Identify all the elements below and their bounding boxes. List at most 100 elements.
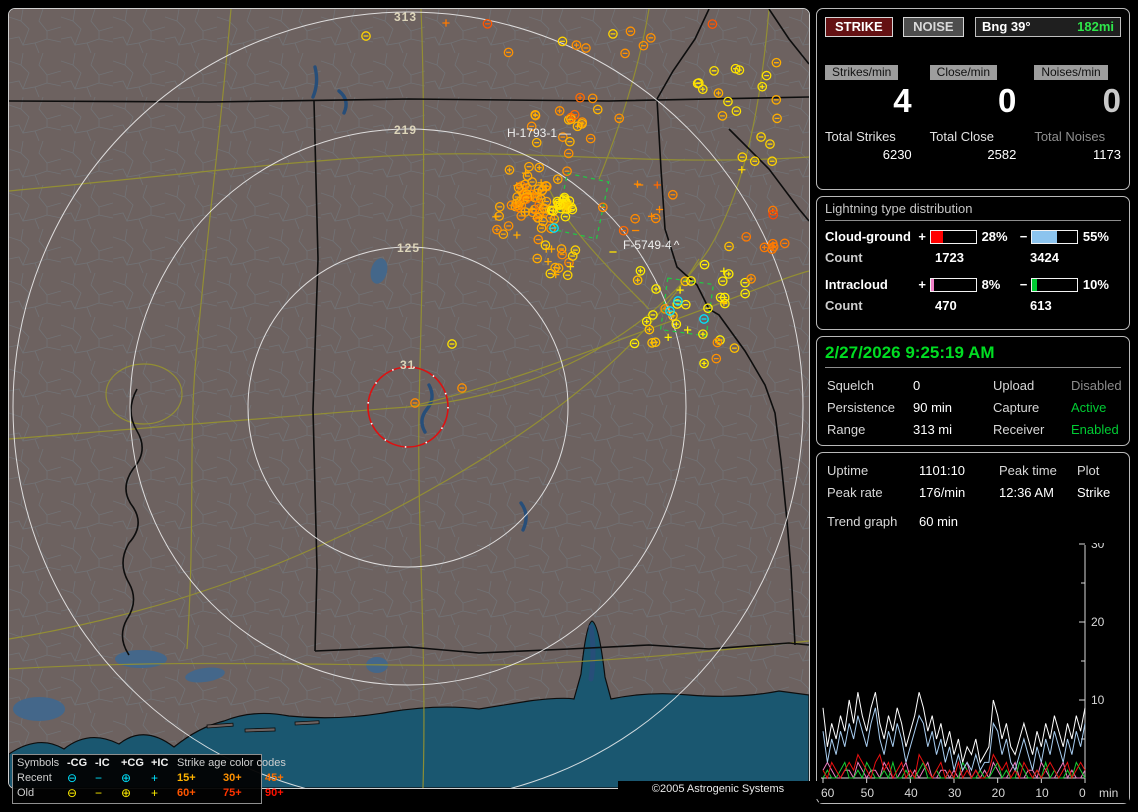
total-close-value: 2582: [987, 147, 1017, 162]
persistence-label: Persistence: [827, 400, 895, 415]
cg-minus-count: 3424: [1030, 250, 1059, 265]
squelch-label: Squelch: [827, 378, 874, 393]
capture-label: Capture: [993, 400, 1040, 415]
storm-cell-label[interactable]: F-5749-4 ^: [623, 238, 679, 252]
legend-age-header: Strike age color codes: [177, 757, 286, 769]
close-per-min-badge: Close/min: [929, 65, 998, 80]
ring-label-31: 31: [400, 358, 416, 372]
cg-pos-old-icon: ⊕: [121, 786, 132, 800]
distribution-panel: Lightning type distribution Cloud-ground…: [816, 196, 1130, 330]
copyright-text: ©2005 Astrogenic Systems: [618, 781, 818, 799]
svg-text:60: 60: [821, 786, 835, 800]
ring-label-219: 219: [394, 123, 418, 137]
peak-time-label: Peak time: [999, 463, 1057, 478]
age-15: 15+: [177, 772, 196, 784]
cloud-ground-row: Cloud-ground + 28% − 55%: [825, 229, 1121, 244]
intracloud-row: Intracloud + 8% − 10%: [825, 277, 1121, 292]
ring-label-125: 125: [397, 241, 421, 255]
legend-symbols-header: Symbols: [17, 757, 60, 769]
strikes-counter: Strikes/min 4 Total Strikes 6230: [825, 63, 912, 162]
svg-text:0: 0: [1079, 786, 1086, 800]
cg-minus-percent: 55%: [1082, 229, 1109, 244]
cloud-ground-counts: Count 1723 3424: [825, 250, 1121, 265]
range-label: Range: [827, 422, 866, 437]
ic-neg-old-icon: −: [95, 786, 103, 800]
plus-sign: +: [918, 229, 926, 244]
squelch-value: 0: [913, 378, 921, 393]
trend-window-value: 60 min: [919, 514, 959, 529]
strike-button[interactable]: STRIKE: [825, 17, 893, 37]
noise-button[interactable]: NOISE: [903, 17, 964, 37]
age-90: 90+: [265, 787, 284, 799]
svg-text:20: 20: [992, 786, 1006, 800]
age-60: 60+: [177, 787, 196, 799]
legend-type-cg-neg: -CG: [67, 757, 88, 769]
noises-counter: Noises/min 0 Total Noises 1173: [1034, 63, 1121, 162]
storm-cell-label[interactable]: H-1793-1—: [507, 126, 571, 140]
cloud-ground-label: Cloud-ground: [825, 229, 911, 244]
svg-text:40: 40: [904, 786, 918, 800]
ic-plus-count: 470: [935, 298, 957, 313]
minus-sign: −: [1019, 229, 1028, 244]
datetime-display: 2/27/2026 9:25:19 AM: [825, 343, 1121, 368]
cg-plus-percent: 28%: [981, 229, 1008, 244]
persistence-value: 90 min: [913, 400, 953, 415]
svg-text:10: 10: [1035, 786, 1049, 800]
total-noises-label: Total Noises: [1034, 129, 1106, 144]
uptime-label: Uptime: [827, 463, 869, 478]
uptime-value: 1101:10: [919, 463, 966, 478]
noises-rate: 0: [1102, 82, 1121, 119]
ic-minus-percent: 10%: [1082, 277, 1109, 292]
total-strikes-label: Total Strikes: [825, 129, 896, 144]
peak-rate-label: Peak rate: [827, 485, 883, 500]
ic-neg-recent-icon: −: [95, 771, 103, 785]
bearing-indicator: Bng 39° 182mi: [975, 17, 1121, 37]
cg-minus-bar: [1031, 229, 1078, 244]
status-panel: 2/27/2026 9:25:19 AM Squelch 0 Upload Di…: [816, 336, 1130, 446]
strikes-per-min-badge: Strikes/min: [825, 65, 899, 80]
legend-recent-label: Recent: [17, 772, 52, 784]
svg-text:10: 10: [1091, 693, 1105, 707]
ic-minus-count: 613: [1030, 298, 1052, 313]
count-label: Count: [825, 250, 863, 265]
upload-status: Disabled: [1071, 378, 1122, 393]
storm-vector-icon: ^: [673, 238, 680, 252]
upload-label: Upload: [993, 378, 1035, 393]
age-45: 45+: [265, 772, 284, 784]
peak-time-value: 12:36 AM: [999, 485, 1054, 500]
noises-per-min-badge: Noises/min: [1034, 65, 1108, 80]
strikes-rate: 4: [893, 82, 912, 119]
receiver-label: Receiver: [993, 422, 1045, 437]
range-value: 313 mi: [913, 422, 953, 437]
trend-graph-label: Trend graph: [827, 514, 898, 529]
trend-graph: 10 20 30 60 50 40 30 20 10 0 min: [819, 543, 1129, 803]
close-counter: Close/min 0 Total Close 2582: [929, 63, 1017, 162]
capture-status: Active: [1071, 400, 1107, 415]
bearing-distance: 182mi: [1077, 19, 1114, 34]
ring-label-313: 313: [394, 10, 418, 24]
ic-plus-percent: 8%: [981, 277, 1001, 292]
legend-type-ic-pos: +IC: [151, 757, 169, 769]
cg-plus-count: 1723: [935, 250, 964, 265]
receiver-status: Enabled: [1071, 422, 1119, 437]
map-legend: Symbols -CG -IC +CG +IC Strike age color…: [12, 754, 286, 804]
svg-text:30: 30: [1091, 543, 1105, 551]
svg-text:20: 20: [1091, 615, 1105, 629]
legend-type-ic-neg: -IC: [95, 757, 110, 769]
stats-panel: STRIKE NOISE Bng 39° 182mi Strikes/min 4…: [816, 8, 1130, 190]
legend-type-cg-pos: +CG: [121, 757, 144, 769]
cg-plus-bar: [929, 229, 977, 244]
storm-vector-icon: —: [559, 126, 572, 140]
svg-text:30: 30: [948, 786, 962, 800]
strike-map[interactable]: 313 219 125 31 H-1793-1— F-5749-4 ^: [8, 8, 810, 789]
plot-label: Plot: [1077, 463, 1100, 478]
total-noises-value: 1173: [1093, 147, 1121, 162]
total-close-label: Total Close: [929, 129, 994, 144]
cg-neg-recent-icon: ⊖: [67, 771, 78, 785]
distribution-title: Lightning type distribution: [825, 197, 1121, 221]
peak-rate-value: 176/min: [919, 485, 966, 500]
trend-panel: Uptime 1101:10 Peak time Plot Peak rate …: [816, 452, 1130, 804]
intracloud-counts: Count 470 613: [825, 298, 1121, 313]
ic-pos-old-icon: +: [151, 786, 159, 800]
ic-plus-bar: [929, 277, 977, 292]
